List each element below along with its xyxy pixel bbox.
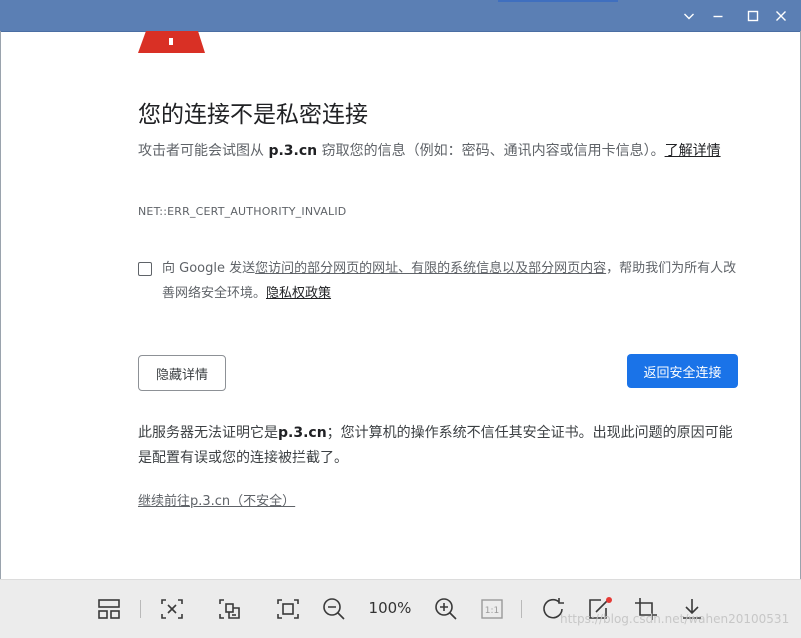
window-titlebar	[0, 0, 801, 32]
page-title: 您的连接不是私密连接	[138, 102, 368, 128]
details-paragraph: 此服务器无法证明它是p.3.cn；您计算机的操作系统不信任其安全证书。出现此问题…	[138, 421, 738, 471]
close-icon[interactable]	[771, 6, 791, 26]
error-code: NET::ERR_CERT_AUTHORITY_INVALID	[138, 205, 347, 218]
host-name: p.3.cn	[268, 143, 318, 159]
toolbar-divider	[521, 600, 522, 618]
watermark: https://blog.csdn.net/wahen20100531	[560, 612, 790, 626]
zoom-level: 100%	[368, 599, 412, 617]
explanation-text-tail: 窃取您的信息（例如：密码、通讯内容或信用卡信息）。	[317, 143, 665, 159]
proceed-unsafe-link[interactable]: 继续前往p.3.cn（不安全）	[138, 490, 295, 509]
viewer-toolbar: 100% 1:1 https://blog.csdn.net/wahen2010…	[0, 579, 801, 638]
learn-more-link[interactable]: 了解详情	[665, 143, 721, 159]
optin-data-link[interactable]: 您访问的部分网页的网址、有限的系统信息以及部分网页内容	[255, 261, 606, 276]
back-to-safety-button[interactable]: 返回安全连接	[627, 354, 738, 388]
chevron-down-icon[interactable]	[679, 6, 699, 26]
zoom-out-icon[interactable]	[319, 594, 349, 624]
crop-frame-icon[interactable]	[273, 594, 303, 624]
report-checkbox[interactable]	[138, 262, 152, 276]
thumbnails-icon[interactable]	[94, 594, 124, 624]
optin-label: 向 Google 发送您访问的部分网页的网址、有限的系统信息以及部分网页内容，帮…	[162, 256, 738, 306]
explanation-paragraph: 攻击者可能会试图从 p.3.cn 窃取您的信息（例如：密码、通讯内容或信用卡信息…	[138, 139, 733, 164]
minimize-icon[interactable]	[708, 6, 728, 26]
details-text: 此服务器无法证明它是	[138, 425, 278, 441]
maximize-icon[interactable]	[743, 6, 763, 26]
actual-size-label: 1:1	[485, 606, 499, 616]
optin-text: 向 Google 发送	[162, 261, 256, 276]
hide-details-button[interactable]: 隐藏详情	[138, 355, 226, 391]
toolbar-divider	[140, 600, 141, 618]
text-recognition-icon[interactable]	[215, 594, 245, 624]
details-host-name: p.3.cn	[278, 425, 327, 441]
window-border-left	[0, 31, 1, 579]
actual-size-icon[interactable]: 1:1	[477, 594, 507, 624]
zoom-in-icon[interactable]	[431, 594, 461, 624]
titlebar-accent	[498, 0, 618, 2]
privacy-policy-link[interactable]: 隐私权政策	[266, 286, 331, 301]
explanation-text: 攻击者可能会试图从	[138, 143, 269, 159]
warning-icon	[138, 31, 206, 58]
fit-screen-icon[interactable]	[157, 594, 187, 624]
